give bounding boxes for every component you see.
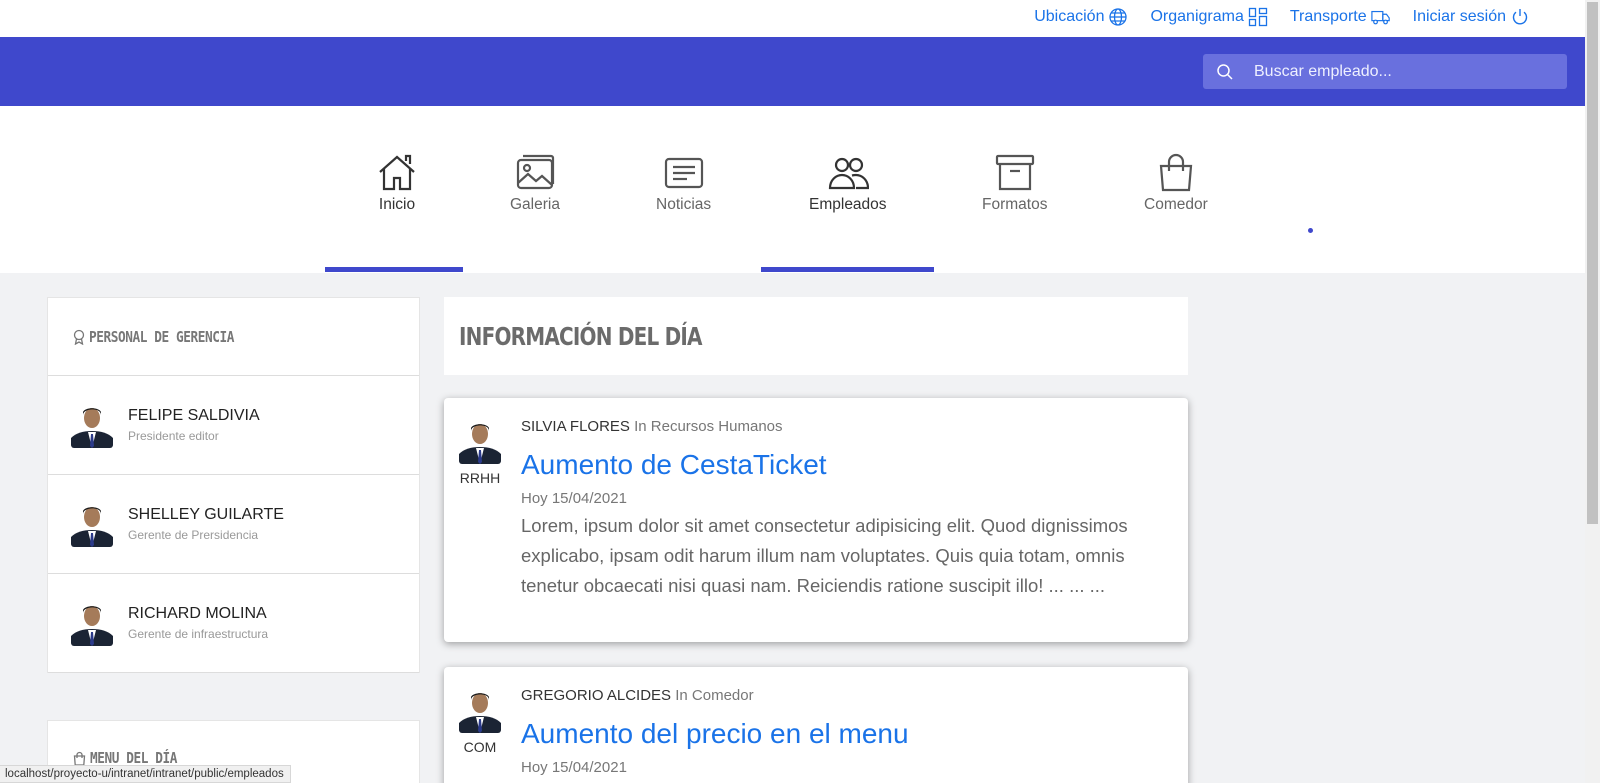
archive-icon: [995, 154, 1034, 191]
main-nav: Inicio Galeria Noticias Empleados Format…: [0, 106, 1585, 273]
ubicacion-link[interactable]: Ubicación: [1034, 7, 1128, 27]
post-author: SILVIA FLORES: [521, 418, 630, 435]
post-date: Hoy 15/04/2021: [521, 490, 627, 507]
manager-name: RICHARD MOLINA: [128, 605, 267, 622]
iniciar-sesion-label: Iniciar sesión: [1412, 8, 1506, 25]
post-excerpt: Lorem, ipsum dolor sit amet consectetur …: [521, 515, 1128, 596]
post-body: SILVIA FLORES In Recursos Humanos Aument…: [521, 418, 1148, 601]
nav-label-galeria: Galeria: [510, 196, 560, 213]
status-bar-url: localhost/proyecto-u/intranet/intranet/p…: [0, 765, 291, 783]
avatar: [71, 600, 113, 646]
nav-active-indicator-empleados: [761, 267, 934, 272]
top-links: Ubicación Organigrama Transporte Iniciar…: [1034, 7, 1530, 27]
nav-item-empleados[interactable]: Empleados: [809, 152, 887, 214]
post-dept: COM: [463, 739, 497, 755]
info-section-header: INFORMACIÓN DEL DÍA: [444, 297, 1188, 375]
post-card: COM GREGORIO ALCIDES In Comedor Aumento …: [444, 667, 1188, 783]
post-category: In Comedor: [675, 687, 754, 704]
avatar: [459, 418, 501, 464]
manager-role: Gerente de Prersidencia: [128, 528, 259, 542]
page-scrollbar[interactable]: [1585, 0, 1600, 783]
iniciar-sesion-link[interactable]: Iniciar sesión: [1413, 7, 1530, 27]
bag-icon: [1159, 153, 1193, 192]
nav-label-noticias: Noticias: [656, 196, 712, 213]
nav-active-indicator-inicio: [325, 267, 463, 272]
truck-icon: [1370, 10, 1390, 25]
management-title: PERSONAL DE GERENCIA: [89, 327, 235, 346]
organigrama-label: Organigrama: [1150, 8, 1244, 25]
nav-item-formatos[interactable]: Formatos: [982, 152, 1047, 214]
globe-icon: [1109, 8, 1128, 26]
scrollbar-thumb[interactable]: [1587, 2, 1598, 524]
post-title-link[interactable]: Aumento del precio en el menu: [521, 718, 1148, 750]
home-icon: [379, 154, 415, 191]
manager-item[interactable]: SHELLEY GUILARTE Gerente de Prersidencia: [48, 475, 419, 574]
post-card: RRHH SILVIA FLORES In Recursos Humanos A…: [444, 398, 1188, 642]
nav-label-formatos: Formatos: [982, 196, 1048, 213]
avatar: [459, 687, 501, 733]
people-icon: [828, 157, 869, 190]
award-icon: [73, 329, 85, 345]
loading-dot: [1308, 228, 1313, 233]
nav-item-noticias[interactable]: Noticias: [656, 152, 711, 214]
grid-icon: [1248, 7, 1267, 27]
nav-label-empleados: Empleados: [809, 196, 887, 213]
manager-role: Presidente editor: [128, 429, 219, 443]
image-icon: [516, 154, 555, 190]
post-byline: SILVIA FLORES In Recursos Humanos: [521, 418, 1148, 435]
transporte-label: Transporte: [1289, 8, 1367, 25]
avatar: [71, 402, 113, 448]
ubicacion-label: Ubicación: [1034, 8, 1105, 25]
management-panel-header: PERSONAL DE GERENCIA: [48, 298, 419, 376]
header-bar: [0, 37, 1585, 106]
top-utility-bar: Ubicación Organigrama Transporte Iniciar…: [0, 0, 1585, 37]
bag-icon: [73, 751, 86, 766]
post-dept: RRHH: [459, 470, 501, 486]
manager-item[interactable]: RICHARD MOLINA Gerente de infraestructur…: [48, 574, 419, 673]
post-title-link[interactable]: Aumento de CestaTicket: [521, 449, 1148, 481]
nav-item-galeria[interactable]: Galeria: [510, 152, 560, 214]
search-icon: [1217, 63, 1233, 80]
section-title: INFORMACIÓN DEL DÍA: [459, 321, 703, 351]
avatar: [71, 501, 113, 547]
post-author-side: RRHH: [459, 418, 501, 486]
post-author: GREGORIO ALCIDES: [521, 687, 672, 704]
power-icon: [1512, 9, 1528, 25]
manager-name: SHELLEY GUILARTE: [128, 506, 284, 523]
nav-label-inicio: Inicio: [378, 196, 416, 213]
organigrama-link[interactable]: Organigrama: [1150, 7, 1267, 27]
post-body: GREGORIO ALCIDES In Comedor Aumento del …: [521, 687, 1148, 776]
manager-item[interactable]: FELIPE SALDIVIA Presidente editor: [48, 376, 419, 475]
nav-item-comedor[interactable]: Comedor: [1144, 152, 1208, 214]
transporte-link[interactable]: Transporte: [1290, 7, 1391, 27]
management-panel: PERSONAL DE GERENCIA FELIPE SALDIVIA Pre…: [47, 297, 420, 673]
manager-role: Gerente de infraestructura: [128, 627, 269, 641]
search-input[interactable]: [1254, 62, 1554, 81]
manager-name: FELIPE SALDIVIA: [128, 407, 260, 424]
nav-item-inicio[interactable]: Inicio: [376, 152, 418, 214]
post-byline: GREGORIO ALCIDES In Comedor: [521, 687, 1148, 704]
post-date: Hoy 15/04/2021: [521, 759, 627, 776]
search-box[interactable]: [1203, 54, 1567, 89]
news-icon: [664, 157, 703, 189]
post-author-side: COM: [459, 687, 501, 755]
nav-label-comedor: Comedor: [1144, 196, 1208, 213]
post-category: In Recursos Humanos: [634, 418, 783, 435]
